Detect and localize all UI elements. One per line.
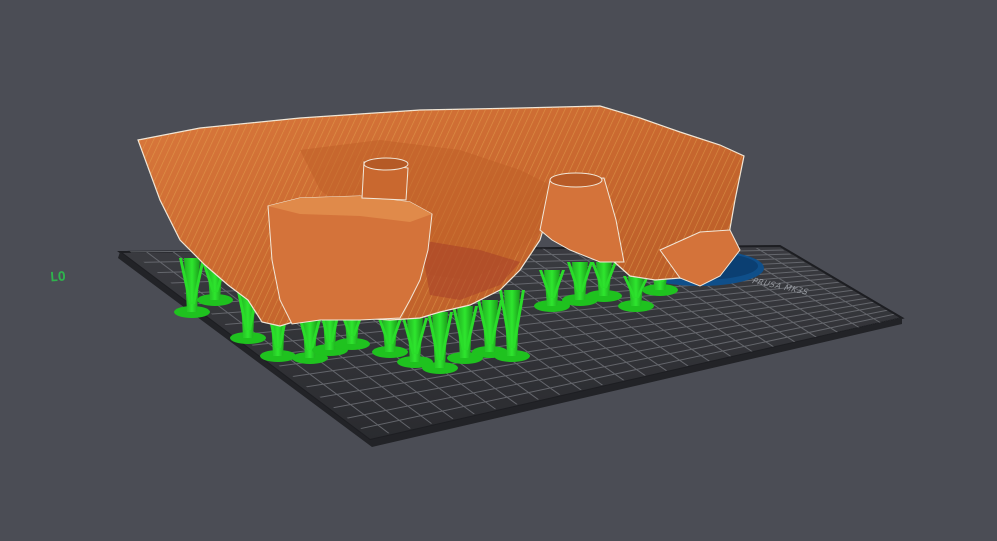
scene-canvas[interactable] — [0, 0, 997, 537]
bed-origin-label: LO — [49, 269, 67, 286]
3d-viewport[interactable]: LO PRUSA MK3S — [0, 0, 997, 537]
